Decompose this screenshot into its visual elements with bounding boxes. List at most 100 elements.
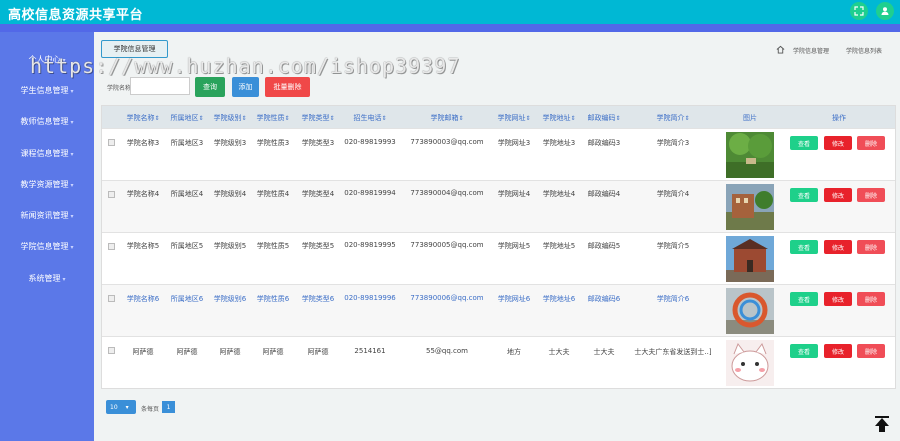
view-button[interactable]: 查看 [790, 136, 818, 150]
cell-nature: 阿萨德 [262, 348, 284, 356]
sidebar-item-colleges[interactable]: 学院信息管理 ▾ [0, 241, 94, 252]
column-header[interactable]: 学院邮箱⇕ [430, 113, 463, 123]
column-header[interactable]: 学院名称⇕ [126, 113, 159, 123]
column-header[interactable]: 学院级别⇕ [213, 113, 246, 123]
table-header: 学院名称⇕ 所属地区⇕ 学院级别⇕ 学院性质⇕ 学院类型⇕ 招生电话⇕ 学院邮箱… [102, 106, 895, 128]
cell-address: 学院地址5 [542, 242, 576, 250]
view-button[interactable]: 查看 [790, 240, 818, 254]
chevron-down-icon: ▾ [125, 403, 129, 411]
column-header[interactable]: 学院简介⇕ [656, 113, 689, 123]
row-checkbox[interactable] [108, 347, 115, 354]
delete-button[interactable]: 删除 [857, 344, 885, 358]
breadcrumb-item[interactable]: 学院信息管理 [793, 46, 829, 55]
chevron-down-icon: ▾ [70, 182, 74, 189]
view-button[interactable]: 查看 [790, 344, 818, 358]
cell-region: 所属地区6 [170, 295, 204, 303]
row-checkbox[interactable] [108, 191, 115, 198]
college-photo [726, 288, 774, 334]
query-button[interactable]: 查询 [195, 77, 225, 97]
table-row: 学院名称6 所属地区6 学院级别6 学院性质6 学院类型6 020-898199… [102, 284, 895, 336]
cell-intro: 士大夫广东省发送到士..] [634, 348, 712, 356]
view-button[interactable]: 查看 [790, 292, 818, 306]
page-size-select[interactable]: 10 ▾ [106, 400, 136, 414]
cell-level: 学院级别4 [213, 190, 247, 198]
page-size-value: 10 [110, 403, 118, 411]
fullscreen-icon[interactable] [850, 2, 868, 20]
delete-button[interactable]: 删除 [857, 136, 885, 150]
back-to-top-icon[interactable] [874, 416, 890, 434]
column-header[interactable]: 所属地区⇕ [170, 113, 203, 123]
cell-name: 阿萨德 [132, 348, 154, 356]
college-photo [726, 236, 774, 282]
column-header[interactable]: 招生电话⇕ [353, 113, 386, 123]
cell-level: 学院级别6 [213, 295, 247, 303]
watermark: https://www.huzhan.com/ishop39397 [30, 54, 461, 78]
college-photo [726, 132, 774, 178]
cell-address: 学院地址6 [542, 295, 576, 303]
sidebar-item-teachers[interactable]: 教师信息管理 ▾ [0, 116, 94, 127]
delete-button[interactable]: 删除 [857, 292, 885, 306]
chevron-down-icon: ▾ [62, 276, 66, 283]
edit-button[interactable]: 修改 [824, 188, 852, 202]
batch-delete-button[interactable]: 批量删除 [265, 77, 310, 97]
cell-address: 学院地址4 [542, 190, 576, 198]
column-header[interactable]: 学院类型⇕ [301, 113, 334, 123]
table-row: 阿萨德 阿萨德 阿萨德 阿萨德 阿萨德 2514161 55@qq.com 地方… [102, 336, 895, 388]
home-icon[interactable] [776, 45, 785, 54]
cell-level: 学院级别3 [213, 139, 247, 147]
sidebar-item-label: 教师信息管理 [20, 117, 69, 126]
data-table: 学院名称⇕ 所属地区⇕ 学院级别⇕ 学院性质⇕ 学院类型⇕ 招生电话⇕ 学院邮箱… [101, 105, 896, 389]
delete-button[interactable]: 删除 [857, 240, 885, 254]
column-header[interactable]: 邮政编码⇕ [587, 113, 620, 123]
sidebar-item-resources[interactable]: 教学资源管理 ▾ [0, 179, 94, 190]
cell-zip: 邮政编码4 [587, 190, 621, 198]
cell-type: 学院类型5 [301, 242, 335, 250]
cell-site: 学院网址3 [497, 139, 531, 147]
edit-button[interactable]: 修改 [824, 136, 852, 150]
cell-zip: 邮政编码3 [587, 139, 621, 147]
cell-intro: 学院简介4 [656, 190, 690, 198]
sidebar-item-label: 教学资源管理 [20, 180, 69, 189]
row-checkbox[interactable] [108, 295, 115, 302]
cell-region: 所属地区5 [170, 242, 204, 250]
search-input[interactable] [130, 77, 190, 95]
cell-type: 学院类型4 [301, 190, 335, 198]
edit-button[interactable]: 修改 [824, 344, 852, 358]
column-header[interactable]: 学院性质⇕ [256, 113, 289, 123]
cell-type: 学院类型6 [301, 295, 335, 303]
add-button[interactable]: 添加 [232, 77, 259, 97]
chevron-down-icon: ▾ [70, 213, 74, 220]
sidebar-item-label: 系统管理 [28, 274, 61, 283]
sidebar-item-news[interactable]: 新闻资讯管理 ▾ [0, 210, 94, 221]
delete-button[interactable]: 删除 [857, 188, 885, 202]
cell-site: 地方 [507, 348, 521, 356]
cell-name: 学院名称6 [126, 295, 160, 303]
sidebar: 个人中心 ▾ 学生信息管理 ▾ 教师信息管理 ▾ 课程信息管理 ▾ 教学资源管理 ▾ 新闻… [0, 32, 94, 441]
college-photo [726, 340, 774, 386]
cell-phone: 020-89819993 [344, 138, 396, 146]
tab-college-management[interactable]: 学院信息管理 [101, 40, 168, 58]
cell-name: 学院名称5 [126, 242, 160, 250]
top-bar: 高校信息资源共享平台 [0, 0, 900, 24]
table-row: 学院名称4 所属地区4 学院级别4 学院性质4 学院类型4 020-898199… [102, 180, 895, 232]
page-number-button[interactable]: 1 [162, 401, 175, 413]
view-button[interactable]: 查看 [790, 188, 818, 202]
college-photo [726, 184, 774, 230]
column-header[interactable]: 学院网址⇕ [497, 113, 530, 123]
app-title: 高校信息资源共享平台 [8, 8, 144, 23]
cell-email: 773890004@qq.com [410, 189, 484, 197]
cell-phone: 020-89819994 [344, 189, 396, 197]
user-icon[interactable] [876, 2, 894, 20]
sidebar-item-students[interactable]: 学生信息管理 ▾ [0, 85, 94, 96]
row-checkbox[interactable] [108, 243, 115, 250]
edit-button[interactable]: 修改 [824, 240, 852, 254]
column-header: 图片 [743, 114, 757, 122]
table-row: 学院名称5 所属地区5 学院级别5 学院性质5 学院类型5 020-898199… [102, 232, 895, 284]
sidebar-item-system[interactable]: 系统管理 ▾ [0, 273, 94, 284]
edit-button[interactable]: 修改 [824, 292, 852, 306]
column-header[interactable]: 学院地址⇕ [542, 113, 575, 123]
sidebar-item-profile[interactable]: 个人中心 ▾ [0, 54, 94, 65]
row-checkbox[interactable] [108, 139, 115, 146]
sidebar-item-courses[interactable]: 课程信息管理 ▾ [0, 148, 94, 159]
cell-zip: 士大夫 [593, 348, 615, 356]
